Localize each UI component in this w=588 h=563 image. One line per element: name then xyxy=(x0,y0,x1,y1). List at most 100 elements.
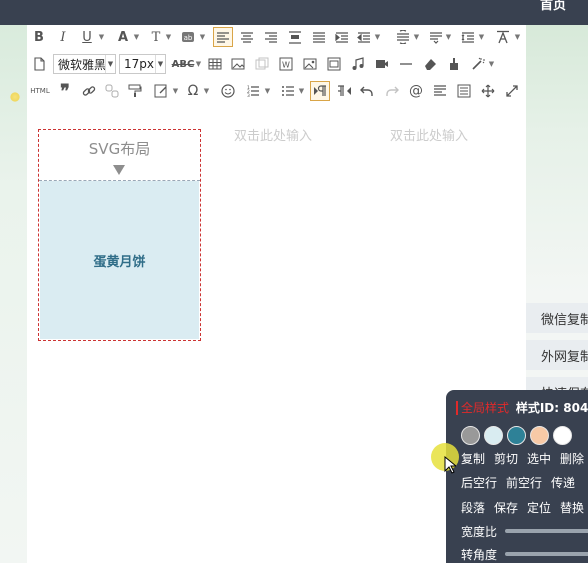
eraser-icon[interactable] xyxy=(420,54,440,74)
magic-icon[interactable] xyxy=(468,54,488,74)
ltr-icon[interactable] xyxy=(310,81,330,101)
locate-action[interactable]: 定位 xyxy=(527,501,551,515)
undo-icon[interactable] xyxy=(357,81,377,101)
add-blank-after-action[interactable]: 后空行 xyxy=(461,476,497,490)
svg-text:3: 3 xyxy=(247,93,250,98)
chevron-down-icon[interactable]: ▼ xyxy=(195,54,202,74)
chevron-down-icon: ▼ xyxy=(105,55,115,73)
chevron-down-icon: ▼ xyxy=(155,55,165,73)
page-icon[interactable] xyxy=(29,54,49,74)
preview-icon[interactable] xyxy=(454,81,474,101)
chevron-down-icon[interactable]: ▼ xyxy=(172,81,179,101)
strikethrough-icon[interactable]: ABC xyxy=(170,54,196,74)
svg-text:W: W xyxy=(282,61,290,70)
wechat-copy-button[interactable]: 微信复制 xyxy=(526,303,588,333)
move-icon[interactable] xyxy=(478,81,498,101)
bold-icon[interactable]: B xyxy=(29,27,49,47)
svg-layout-block[interactable]: SVG布局 蛋黄月饼 xyxy=(38,129,201,341)
insert-icon[interactable] xyxy=(151,81,171,101)
justify-icon[interactable] xyxy=(430,81,450,101)
chevron-down-icon[interactable]: ▼ xyxy=(133,27,140,47)
chevron-down-icon[interactable]: ▼ xyxy=(374,27,381,47)
color-swatch-white[interactable] xyxy=(553,426,572,445)
clear-format-icon[interactable] xyxy=(493,27,513,47)
gallery-icon[interactable] xyxy=(252,54,272,74)
external-copy-button[interactable]: 外网复制 xyxy=(526,340,588,370)
save-action[interactable]: 保存 xyxy=(494,501,518,515)
svg-block-content: 蛋黄月饼 xyxy=(93,254,146,270)
font-family-select[interactable]: 微软雅黑 ▼ xyxy=(53,54,116,74)
width-ratio-slider[interactable] xyxy=(505,529,588,533)
placeholder-text[interactable]: 双击此处输入 xyxy=(390,125,468,144)
emoji-icon[interactable] xyxy=(218,81,238,101)
format-brush-icon[interactable] xyxy=(444,54,464,74)
unlink-icon[interactable] xyxy=(102,81,122,101)
image-icon[interactable] xyxy=(228,54,248,74)
add-blank-before-action[interactable]: 前空行 xyxy=(506,476,542,490)
chevron-down-icon[interactable]: ▼ xyxy=(165,27,172,47)
align-justify-icon[interactable] xyxy=(285,27,305,47)
copy-action[interactable]: 复制 xyxy=(461,452,485,466)
blockquote-icon[interactable]: ❞ xyxy=(55,81,75,102)
text-bg-icon[interactable]: T xyxy=(146,27,166,47)
link-icon[interactable] xyxy=(79,81,99,101)
format-painter-icon[interactable] xyxy=(125,81,145,101)
ordered-list-icon[interactable]: 123 xyxy=(243,81,263,101)
align-full-icon[interactable] xyxy=(309,27,329,47)
redo-icon[interactable] xyxy=(382,81,402,101)
rotate-angle-slider[interactable] xyxy=(505,552,588,556)
picture-icon[interactable] xyxy=(300,54,320,74)
highlight-icon[interactable]: ab xyxy=(178,27,198,47)
replace-action[interactable]: 替换 xyxy=(560,501,584,515)
html-source-button[interactable]: HTML xyxy=(28,81,52,101)
align-right-icon[interactable] xyxy=(261,27,281,47)
italic-icon[interactable]: I xyxy=(53,27,73,47)
underline-icon[interactable]: U xyxy=(77,27,97,47)
music-icon[interactable] xyxy=(348,54,368,74)
video-icon[interactable] xyxy=(372,54,392,74)
svg-block-panel[interactable]: 蛋黄月饼 xyxy=(40,181,199,339)
outdent-icon[interactable] xyxy=(354,27,374,47)
rtl-icon[interactable] xyxy=(335,81,355,101)
word-icon[interactable]: W xyxy=(276,54,296,74)
chevron-down-icon[interactable]: ▼ xyxy=(298,81,305,101)
chevron-down-icon[interactable]: ▼ xyxy=(445,27,452,47)
color-swatch-light-blue[interactable] xyxy=(484,426,503,445)
fullscreen-icon[interactable] xyxy=(502,81,522,101)
placeholder-text[interactable]: 双击此处输入 xyxy=(234,125,312,144)
chevron-down-icon[interactable]: ▼ xyxy=(264,81,271,101)
table-icon[interactable] xyxy=(205,54,225,74)
left-background xyxy=(0,25,27,563)
indent-icon[interactable] xyxy=(332,27,352,47)
chevron-down-icon[interactable]: ▼ xyxy=(199,27,206,47)
letter-spacing-icon[interactable] xyxy=(458,27,478,47)
color-swatch-peach[interactable] xyxy=(530,426,549,445)
cut-action[interactable]: 剪切 xyxy=(494,452,518,466)
chevron-down-icon[interactable]: ▼ xyxy=(203,81,210,101)
color-swatch-gray[interactable] xyxy=(461,426,480,445)
mouse-pointer-icon xyxy=(444,456,456,474)
paragraph-spacing-icon[interactable] xyxy=(426,27,446,47)
paragraph-action[interactable]: 段落 xyxy=(461,501,485,515)
chevron-down-icon[interactable]: ▼ xyxy=(98,27,105,47)
chevron-down-icon[interactable]: ▼ xyxy=(488,54,495,74)
special-char-icon[interactable]: Ω xyxy=(183,81,203,101)
select-action[interactable]: 选中 xyxy=(527,452,551,466)
align-center-icon[interactable] xyxy=(237,27,257,47)
line-height-icon[interactable] xyxy=(393,27,413,47)
chevron-down-icon[interactable]: ▼ xyxy=(478,27,485,47)
font-size-select[interactable]: 17px ▼ xyxy=(119,54,166,74)
panel-actions-row-3: 段落 保存 定位 替换 xyxy=(461,499,588,516)
chevron-down-icon[interactable]: ▼ xyxy=(413,27,420,47)
chevron-down-icon[interactable]: ▼ xyxy=(514,27,521,47)
align-left-icon[interactable] xyxy=(213,27,233,47)
unordered-list-icon[interactable] xyxy=(278,81,298,101)
home-link[interactable]: 首页 xyxy=(540,0,566,13)
at-icon[interactable]: @ xyxy=(406,81,426,101)
multi-image-icon[interactable] xyxy=(324,54,344,74)
delete-action[interactable]: 删除 xyxy=(560,452,584,466)
color-swatch-teal[interactable] xyxy=(507,426,526,445)
font-color-icon[interactable]: A xyxy=(113,27,133,47)
hr-icon[interactable] xyxy=(396,54,416,74)
pass-action[interactable]: 传递 xyxy=(551,476,575,490)
